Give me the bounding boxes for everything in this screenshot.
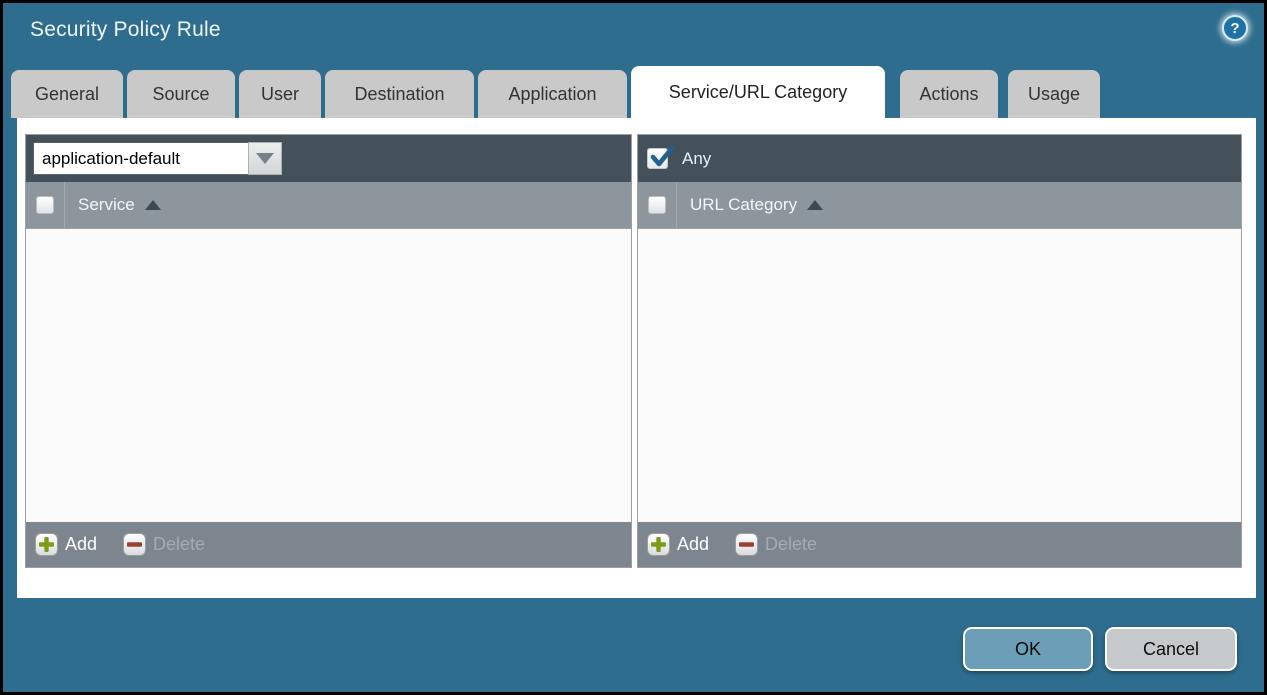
url-category-toolbar: Any: [638, 135, 1241, 182]
service-footer: Add Delete: [26, 522, 631, 567]
service-select-all-checkbox[interactable]: [36, 196, 54, 214]
tab-actions[interactable]: Actions: [900, 70, 998, 118]
service-add-button[interactable]: Add: [35, 533, 97, 556]
sort-ascending-icon: [145, 200, 161, 210]
help-icon[interactable]: ?: [1222, 15, 1248, 41]
url-category-select-all-checkbox[interactable]: [648, 196, 666, 214]
service-type-dropdown-value: application-default: [33, 142, 248, 175]
tab-content: application-default Service: [17, 118, 1256, 598]
tab-application[interactable]: Application: [478, 70, 627, 118]
service-select-all-cell: [26, 182, 65, 228]
service-column-label[interactable]: Service: [65, 182, 161, 228]
service-column-header: Service: [26, 182, 631, 229]
url-category-delete-button: Delete: [735, 533, 817, 556]
url-category-select-all-cell: [638, 182, 677, 228]
help-glyph: ?: [1230, 20, 1239, 37]
cancel-button[interactable]: Cancel: [1105, 627, 1237, 671]
checkmark-icon: [649, 144, 675, 170]
any-checkbox[interactable]: [647, 148, 668, 169]
sort-ascending-icon: [807, 200, 823, 210]
tab-user[interactable]: User: [239, 70, 321, 118]
plus-icon: [35, 533, 58, 556]
service-toolbar: application-default: [26, 135, 631, 182]
any-label: Any: [682, 149, 711, 169]
minus-icon: [123, 533, 146, 556]
url-category-list[interactable]: [638, 229, 1241, 522]
url-category-panel: Any URL Category: [637, 134, 1242, 568]
dropdown-button[interactable]: [248, 142, 282, 175]
url-category-column-label[interactable]: URL Category: [677, 182, 823, 228]
tab-destination[interactable]: Destination: [325, 70, 474, 118]
security-policy-rule-dialog: Security Policy Rule ? General Source Us…: [3, 3, 1264, 692]
tab-source[interactable]: Source: [127, 70, 235, 118]
service-panel: application-default Service: [25, 134, 632, 568]
ok-button[interactable]: OK: [963, 627, 1093, 671]
url-category-footer: Add Delete: [638, 522, 1241, 567]
tab-usage[interactable]: Usage: [1008, 70, 1100, 118]
url-category-column-header: URL Category: [638, 182, 1241, 229]
service-list[interactable]: [26, 229, 631, 522]
service-type-dropdown[interactable]: application-default: [33, 142, 282, 175]
chevron-down-icon: [256, 153, 274, 164]
tab-bar: General Source User Destination Applicat…: [11, 66, 1104, 118]
page-title: Security Policy Rule: [30, 18, 221, 42]
tab-general[interactable]: General: [11, 70, 123, 118]
url-category-add-button[interactable]: Add: [647, 533, 709, 556]
plus-icon: [647, 533, 670, 556]
minus-icon: [735, 533, 758, 556]
service-delete-button: Delete: [123, 533, 205, 556]
tab-service-url-category[interactable]: Service/URL Category: [631, 66, 885, 118]
